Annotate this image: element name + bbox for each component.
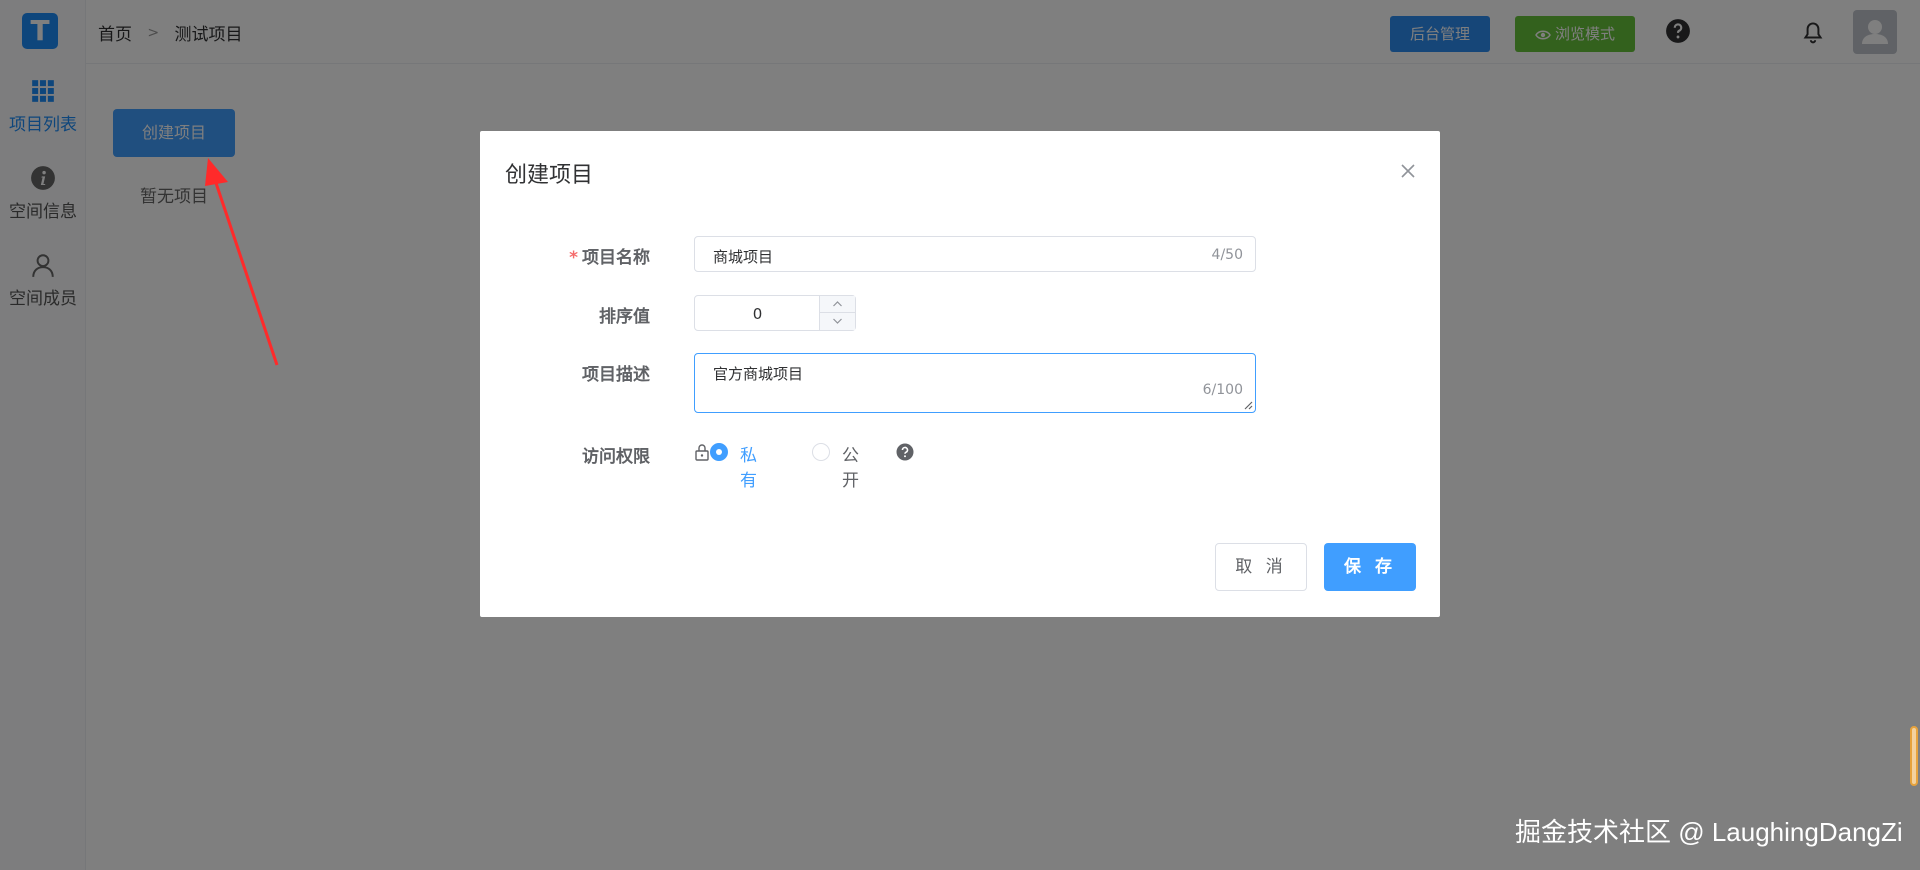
- lock-icon: [695, 444, 709, 461]
- save-button[interactable]: 保 存: [1324, 543, 1416, 591]
- decrease-button[interactable]: [820, 313, 855, 330]
- scrollbar-thumb[interactable]: [1910, 726, 1918, 786]
- chevron-up-icon: [833, 301, 842, 307]
- dialog-title: 创建项目: [505, 163, 594, 188]
- create-project-dialog: 创建项目 * 项目名称 商城项目 4/50 排序值 0 项目描述 官方商城项目 …: [480, 131, 1440, 617]
- cancel-button[interactable]: 取 消: [1215, 543, 1307, 591]
- description-label: 项目描述: [582, 365, 650, 385]
- radio-public-label[interactable]: 公开: [842, 441, 859, 491]
- project-name-count: 4/50: [1211, 247, 1243, 263]
- close-icon[interactable]: [1395, 158, 1421, 184]
- project-name-label: * 项目名称: [480, 243, 650, 268]
- sort-value-stepper[interactable]: 0: [694, 295, 856, 331]
- chevron-down-icon: [833, 318, 842, 324]
- annotation-arrow: [205, 158, 279, 366]
- resize-handle-icon[interactable]: [1243, 400, 1253, 410]
- description-textarea[interactable]: 官方商城项目 6/100: [694, 353, 1256, 413]
- stepper-controls: [819, 296, 855, 330]
- watermark: 掘金技术社区 @ LaughingDangZi: [1515, 817, 1903, 847]
- question-icon[interactable]: [896, 443, 914, 461]
- project-name-value: 商城项目: [713, 248, 774, 266]
- radio-private-label[interactable]: 私有: [740, 441, 757, 491]
- sort-value-label: 排序值: [599, 307, 650, 327]
- increase-button[interactable]: [820, 296, 855, 313]
- sort-value: 0: [752, 305, 763, 323]
- cancel-button-label: 取 消: [1235, 557, 1287, 577]
- radio-public[interactable]: [812, 443, 830, 461]
- save-button-label: 保 存: [1344, 557, 1396, 577]
- project-name-input[interactable]: 商城项目 4/50: [694, 236, 1256, 272]
- project-name-label-text: 项目名称: [582, 248, 650, 268]
- permission-label: 访问权限: [582, 447, 650, 467]
- description-value: 官方商城项目: [713, 365, 804, 383]
- description-count: 6/100: [1202, 382, 1243, 398]
- required-mark: *: [569, 248, 578, 268]
- radio-private[interactable]: [710, 443, 728, 461]
